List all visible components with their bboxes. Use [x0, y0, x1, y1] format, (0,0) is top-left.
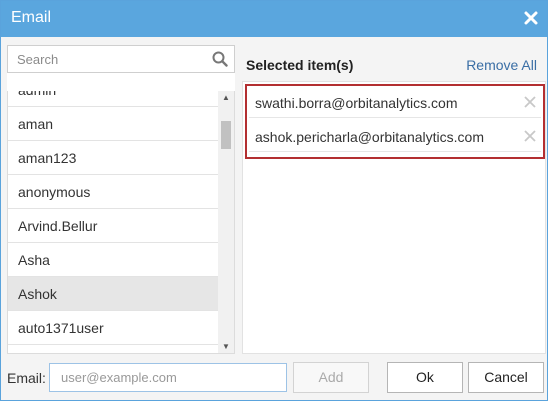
dialog-title: Email: [11, 9, 52, 26]
email-field[interactable]: [49, 363, 287, 392]
search-box: [7, 45, 235, 73]
email-dialog: Email admin aman aman123 anonymous Arvin…: [0, 0, 548, 401]
ok-button[interactable]: Ok: [387, 362, 463, 393]
user-list-panel: admin aman aman123 anonymous Arvind.Bell…: [7, 45, 235, 354]
dialog-footer: Email: Add Ok Cancel: [1, 359, 547, 401]
list-item[interactable]: anonymous: [8, 175, 218, 209]
list-scrollbar[interactable]: ▲ ▼: [218, 91, 234, 353]
user-list-items: admin aman aman123 anonymous Arvind.Bell…: [8, 91, 218, 345]
list-item[interactable]: aman: [8, 107, 218, 141]
user-list[interactable]: admin aman aman123 anonymous Arvind.Bell…: [7, 91, 235, 354]
list-item[interactable]: auto1371user: [8, 311, 218, 345]
list-item[interactable]: Arvind.Bellur: [8, 209, 218, 243]
email-label: Email:: [7, 370, 46, 386]
list-item[interactable]: Ashok: [8, 277, 218, 311]
close-icon[interactable]: [523, 10, 539, 26]
add-button[interactable]: Add: [293, 362, 369, 393]
list-item[interactable]: aman123: [8, 141, 218, 175]
selected-item-email: ashok.pericharla@orbitanalytics.com: [255, 129, 484, 145]
search-input[interactable]: [8, 46, 202, 72]
selected-items-highlight: swathi.borra@orbitanalytics.com ashok.pe…: [245, 84, 545, 159]
list-item[interactable]: admin: [8, 91, 218, 107]
selected-items-heading: Selected item(s): [246, 57, 354, 73]
remove-item-icon[interactable]: [523, 95, 537, 109]
scrollbar-thumb[interactable]: [221, 121, 231, 149]
cancel-button[interactable]: Cancel: [468, 362, 544, 393]
selected-item-email: swathi.borra@orbitanalytics.com: [255, 95, 458, 111]
list-item[interactable]: Asha: [8, 243, 218, 277]
selected-item: swathi.borra@orbitanalytics.com: [249, 88, 541, 118]
remove-all-link[interactable]: Remove All: [466, 57, 537, 73]
search-icon[interactable]: [212, 51, 228, 67]
selected-item: ashok.pericharla@orbitanalytics.com: [249, 122, 541, 152]
scroll-up-arrow-icon[interactable]: ▲: [218, 91, 234, 105]
selected-items-panel: swathi.borra@orbitanalytics.com ashok.pe…: [242, 81, 546, 354]
scroll-down-arrow-icon[interactable]: ▼: [218, 340, 234, 353]
dialog-titlebar: Email: [1, 1, 547, 37]
remove-item-icon[interactable]: [523, 129, 537, 143]
